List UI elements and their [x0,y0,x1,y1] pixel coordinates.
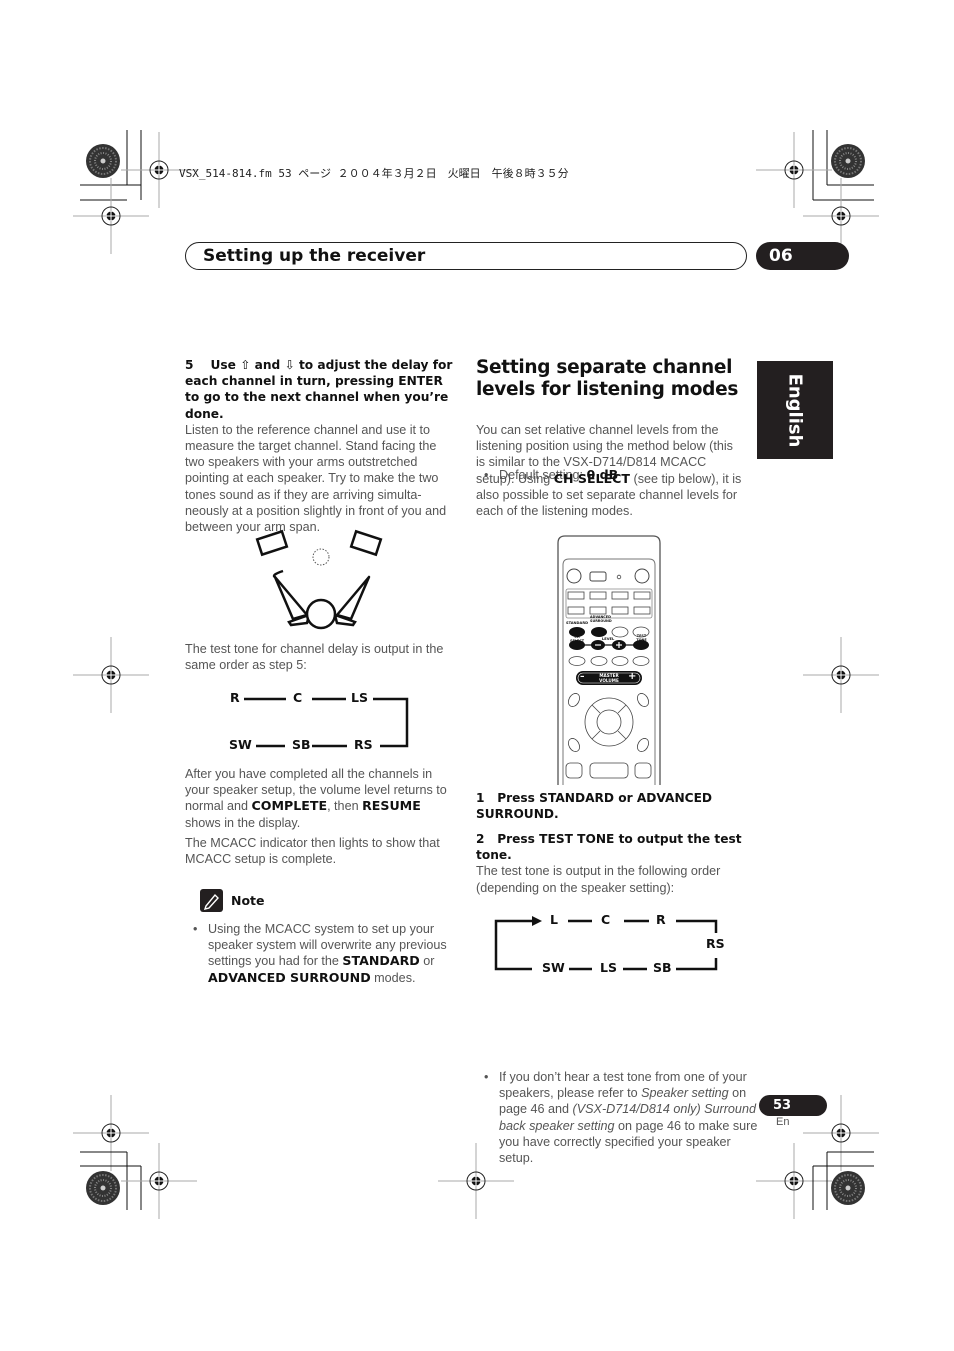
step-5-heading: 5 Use ⇧ and ⇩ to adjust the delay for ea… [185,358,453,421]
note-bullet: Using the MCACC system to set up your sp… [185,921,478,986]
flow-node-c: C [293,690,303,705]
crosshair-icon [72,636,150,714]
flow-node-ls: LS [600,960,617,975]
completion-text: After you have completed all the channel… [185,767,447,830]
level-label: LEVEL [602,637,615,641]
delay-order-diagram: R C LS SW SB RS [228,688,418,758]
step-5-body: Listen to the reference channel and use … [185,422,447,535]
tip-bullet: If you don’t hear a test tone from one o… [476,1069,767,1166]
arm-span-illustration [255,529,383,630]
step-5: 5 Use ⇧ and ⇩ to adjust the delay for ea… [185,357,455,535]
star-target-icon [830,143,866,179]
section-heading: Setting separate channel levels for list… [476,357,739,400]
step-1: 1 Press STANDARD or ADVANCED SURROUND. [476,791,713,822]
flow-node-sw: SW [229,737,252,752]
crosshair-icon [755,131,833,209]
pencil-icon [200,889,223,912]
crosshair-icon [72,177,150,255]
crosshair-icon [802,636,880,714]
mcacc-text: The MCACC indicator then lights to show … [185,836,440,867]
test-tone-order-diagram: L C R RS SW LS SB [494,911,734,976]
delay-flow-lines [244,697,409,748]
page-number: 53 [773,1098,792,1113]
page-language-code: En [776,1116,790,1128]
section-title: Setting up the receiver [203,246,426,266]
remote-body [557,535,661,785]
flow-node-c: C [601,912,611,927]
remote-control-illustration: STANDARD ADVANCED SURROUND CH SELECT LEV… [557,535,661,785]
target-point-icon [312,548,330,566]
page-number-badge [759,1095,827,1116]
crosshair-icon [120,1142,198,1220]
master-volume-label: MASTER VOLUME [599,673,619,683]
listener-head-icon [305,598,337,630]
flow-node-sw: SW [542,960,565,975]
flow-node-rs: RS [706,936,725,951]
flow-node-r: R [230,690,240,705]
down-arrow-icon: ⇩ [284,358,295,372]
intro-text: You can set relative channel levels from… [476,423,742,519]
volume-plus: + [628,671,637,682]
right-speaker-icon [349,529,383,557]
note-label: Note [231,893,265,908]
standard-label: STANDARD [566,621,589,625]
advanced-surround-label: ADVANCED SURROUND [590,615,612,623]
advanced-surround-button [591,627,607,637]
volume-minus: – [580,672,585,682]
flow-arrow-icon [532,916,542,926]
test-tone-label: TEST TONE [636,634,647,642]
flow-node-rs: RS [354,737,373,752]
flow-node-l: L [550,912,558,927]
flow-node-sb: SB [292,737,311,752]
right-arm-icon [335,575,371,621]
flow-node-r: R [656,912,666,927]
flow-node-sb: SB [653,960,672,975]
language-tab-label: English [784,373,806,447]
crosshair-icon [72,1094,150,1172]
star-target-icon [830,1170,866,1206]
star-target-icon [85,143,121,179]
step-2-body: The test tone is output in the following… [476,864,721,895]
ch-select-label: CH SELECT [570,635,585,643]
step-2: 2 Press TEST TONE to output the test ton… [476,831,746,896]
left-arm-icon [273,575,309,621]
up-arrow-icon: ⇧ [240,358,251,372]
step-2-heading: 2 Press TEST TONE to output the test ton… [476,832,742,863]
flow-node-ls: LS [351,690,368,705]
star-target-icon [85,1170,121,1206]
chapter-number: 06 [769,246,793,266]
speaker-setting-reference[interactable]: Speaker setting [641,1086,729,1100]
print-file-info: VSX_514-814.fm 53 ページ ２００４年３月２日 火曜日 午後８時… [179,167,569,180]
crosshair-icon [755,1142,833,1220]
left-speaker-icon [255,529,289,557]
delay-order-intro: The test tone for channel delay is outpu… [185,642,444,673]
